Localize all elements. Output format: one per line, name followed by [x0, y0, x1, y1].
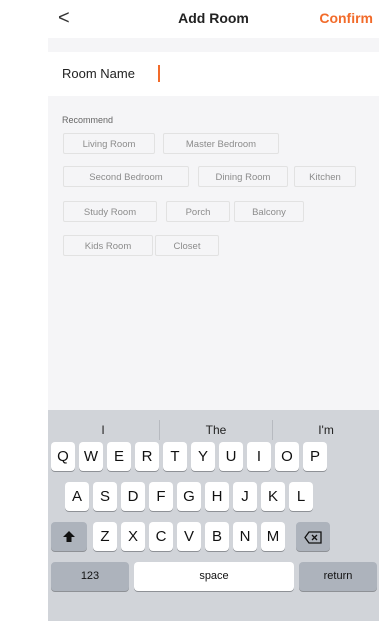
return-key[interactable]: return [299, 562, 377, 591]
key-l[interactable]: L [289, 482, 313, 511]
key-q[interactable]: Q [51, 442, 75, 471]
key-j[interactable]: J [233, 482, 257, 511]
recommend-title: Recommend [62, 115, 114, 125]
key-k[interactable]: K [261, 482, 285, 511]
chip-second-bedroom[interactable]: Second Bedroom [63, 166, 189, 187]
key-o[interactable]: O [275, 442, 299, 471]
key-n[interactable]: N [233, 522, 257, 551]
room-name-label: Room Name [62, 66, 135, 81]
key-a[interactable]: A [65, 482, 89, 511]
key-t[interactable]: T [163, 442, 187, 471]
key-r[interactable]: R [135, 442, 159, 471]
add-room-screen: < Add Room Confirm Room Name Recommend L… [48, 0, 379, 621]
key-b[interactable]: B [205, 522, 229, 551]
key-p[interactable]: P [303, 442, 327, 471]
key-u[interactable]: U [219, 442, 243, 471]
key-y[interactable]: Y [191, 442, 215, 471]
key-z[interactable]: Z [93, 522, 117, 551]
chip-balcony[interactable]: Balcony [234, 201, 304, 222]
key-c[interactable]: C [149, 522, 173, 551]
room-name-field[interactable]: Room Name [48, 52, 379, 96]
key-v[interactable]: V [177, 522, 201, 551]
backspace-icon-glyph [304, 530, 322, 544]
suggestion-3[interactable]: I'm [273, 423, 379, 437]
suggestion-2[interactable]: The [160, 423, 272, 437]
chip-master-bedroom[interactable]: Master Bedroom [163, 133, 279, 154]
backspace-icon[interactable] [296, 522, 330, 551]
key-f[interactable]: F [149, 482, 173, 511]
key-x[interactable]: X [121, 522, 145, 551]
key-d[interactable]: D [121, 482, 145, 511]
chip-closet[interactable]: Closet [155, 235, 219, 256]
key-h[interactable]: H [205, 482, 229, 511]
chip-porch[interactable]: Porch [166, 201, 230, 222]
text-cursor [158, 65, 160, 82]
space-key[interactable]: space [134, 562, 294, 591]
key-g[interactable]: G [177, 482, 201, 511]
shift-icon[interactable] [51, 522, 87, 551]
key-e[interactable]: E [107, 442, 131, 471]
keyboard: I The I'm Q W E R T Y U I O P A S D F G … [48, 410, 379, 621]
key-s[interactable]: S [93, 482, 117, 511]
key-w[interactable]: W [79, 442, 103, 471]
suggestion-1[interactable]: I [48, 423, 158, 437]
key-i[interactable]: I [247, 442, 271, 471]
header: < Add Room Confirm [48, 0, 379, 38]
shift-icon-glyph [63, 531, 75, 543]
chip-kitchen[interactable]: Kitchen [294, 166, 356, 187]
chip-study-room[interactable]: Study Room [63, 201, 157, 222]
numbers-key[interactable]: 123 [51, 562, 129, 591]
key-m[interactable]: M [261, 522, 285, 551]
chip-dining-room[interactable]: Dining Room [198, 166, 288, 187]
confirm-button[interactable]: Confirm [319, 10, 373, 26]
chip-kids-room[interactable]: Kids Room [63, 235, 153, 256]
chip-living-room[interactable]: Living Room [63, 133, 155, 154]
